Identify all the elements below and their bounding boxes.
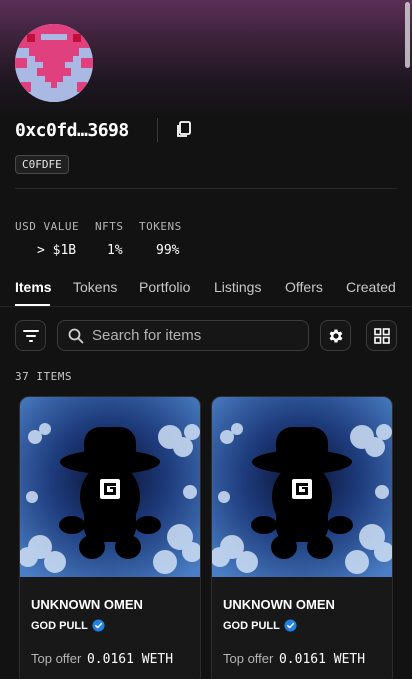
top-offer-value: 0.0161 WETH	[278, 652, 366, 667]
collection-name[interactable]: GOD PULL	[223, 620, 280, 632]
copy-address-button[interactable]	[174, 119, 194, 139]
stat-label: TOKENS	[139, 220, 182, 233]
stat-label: USD VALUE	[15, 220, 80, 233]
stat-usd-value: USD VALUE > $1B	[15, 220, 79, 258]
gear-icon	[329, 328, 342, 343]
filter-icon	[22, 329, 39, 342]
nft-name[interactable]: UNKNOWN OMEN	[31, 597, 143, 612]
settings-button[interactable]	[320, 320, 351, 351]
stat-label: NFTS	[95, 220, 124, 233]
avatar-pixel-art	[15, 24, 93, 102]
stat-value: > $1B	[37, 243, 77, 258]
grid-view-button[interactable]	[366, 320, 397, 351]
nft-card[interactable]: UNKNOWN OMEN GOD PULL Top offer 0.0161 W…	[211, 396, 393, 679]
stat-value: 1%	[107, 243, 123, 258]
search-icon	[68, 328, 84, 343]
address-badge: C0FDFE	[15, 155, 69, 174]
nft-name[interactable]: UNKNOWN OMEN	[223, 597, 335, 612]
top-offer-value: 0.0161 WETH	[86, 652, 174, 667]
copy-icon	[177, 121, 191, 137]
stat-nfts: NFTS 1%	[95, 220, 124, 258]
wallet-address[interactable]: 0xc0fd…3698	[15, 120, 129, 141]
tab-portfolio[interactable]: Portfolio	[139, 279, 190, 295]
items-count: 37 ITEMS	[15, 370, 72, 383]
top-offer: Top offer 0.0161 WETH	[223, 651, 365, 667]
nft-image[interactable]	[212, 397, 392, 577]
filter-button[interactable]	[15, 320, 46, 351]
collection-name[interactable]: GOD PULL	[31, 620, 88, 632]
omen-artwork	[212, 397, 392, 577]
top-offer-label: Top offer	[31, 651, 82, 666]
tab-listings[interactable]: Listings	[214, 279, 261, 295]
stat-value: 99%	[156, 243, 180, 258]
tab-tokens[interactable]: Tokens	[73, 279, 117, 295]
nft-collection[interactable]: GOD PULL	[223, 619, 297, 632]
top-offer-label: Top offer	[223, 651, 274, 666]
stat-tokens: TOKENS 99%	[139, 220, 182, 258]
address-divider	[157, 118, 158, 142]
top-offer: Top offer 0.0161 WETH	[31, 651, 173, 667]
tab-created[interactable]: Created	[346, 279, 396, 295]
address-row: 0xc0fd…3698	[15, 116, 129, 144]
tabs-baseline	[0, 306, 412, 307]
tab-items[interactable]: Items	[15, 279, 52, 295]
search-bar[interactable]	[57, 320, 309, 351]
nft-card[interactable]: UNKNOWN OMEN GOD PULL Top offer 0.0161 W…	[19, 396, 201, 679]
scrollbar-thumb[interactable]	[405, 2, 410, 68]
nft-image[interactable]	[20, 397, 200, 577]
omen-artwork	[20, 397, 200, 577]
search-input[interactable]	[92, 327, 292, 344]
grid-icon	[373, 327, 390, 344]
verified-badge-icon	[284, 619, 297, 632]
avatar[interactable]	[15, 24, 93, 102]
tab-offers[interactable]: Offers	[285, 279, 323, 295]
section-divider	[15, 188, 397, 189]
nft-collection[interactable]: GOD PULL	[31, 619, 105, 632]
active-tab-indicator	[15, 304, 50, 306]
verified-badge-icon	[92, 619, 105, 632]
